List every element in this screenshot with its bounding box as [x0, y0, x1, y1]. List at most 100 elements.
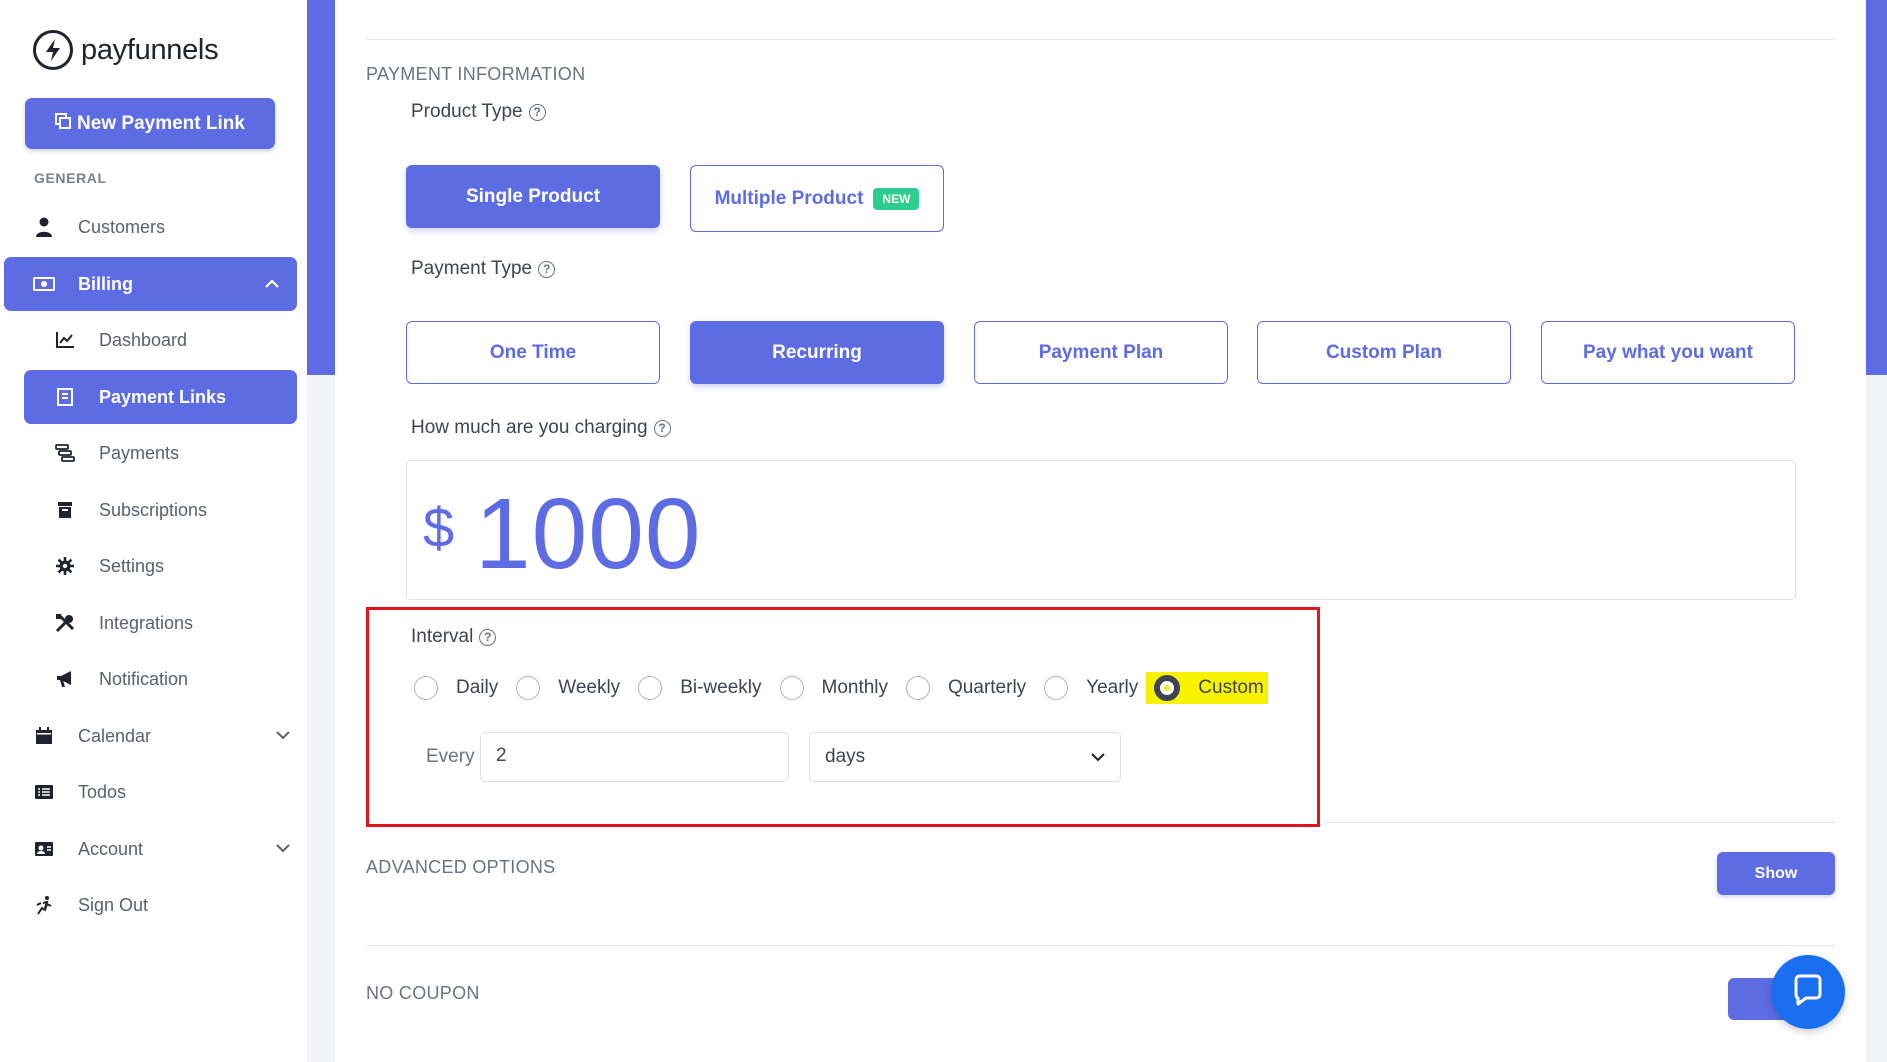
chevron-down-icon: [276, 840, 290, 858]
radio-label: Monthly: [821, 677, 889, 698]
help-icon[interactable]: ?: [528, 103, 546, 121]
logo-text: payfunnels: [81, 33, 219, 66]
gear-icon: [53, 554, 77, 578]
interval-option-bi-weekly[interactable]: Bi-weekly: [638, 676, 762, 700]
user-icon: [32, 215, 56, 239]
new-payment-link-label: New Payment Link: [77, 112, 245, 134]
chevron-up-icon: [265, 275, 279, 293]
charging-label: How much are you charging ?: [411, 417, 671, 439]
new-window-icon: [55, 112, 72, 135]
sidebar-item-todos[interactable]: Todos: [32, 766, 282, 818]
button-label: Multiple Product: [714, 187, 864, 209]
chart-icon: [53, 328, 77, 352]
advanced-show-button[interactable]: Show: [1717, 852, 1835, 895]
interval-option-quarterly[interactable]: Quarterly: [906, 676, 1026, 700]
section-title-coupon: NO COUPON: [366, 983, 480, 1003]
help-icon[interactable]: ?: [479, 628, 497, 646]
tools-icon: [53, 611, 77, 635]
section-title-advanced: ADVANCED OPTIONS: [366, 857, 556, 877]
every-count-input[interactable]: 2: [480, 732, 789, 782]
button-label: Payment Plan: [1038, 341, 1164, 363]
radio-label: Quarterly: [948, 677, 1027, 698]
chevron-down-icon: [276, 727, 290, 745]
sidebar-item-label: Integrations: [99, 612, 194, 633]
button-label: Single Product: [465, 185, 601, 207]
sidebar-item-notification[interactable]: Notification: [53, 653, 293, 705]
divider: [366, 39, 1835, 40]
run-icon: [32, 893, 56, 917]
chevron-down-icon: [1091, 746, 1105, 768]
sidebar-item-customers[interactable]: Customers: [32, 201, 282, 253]
sidebar-item-label: Billing: [78, 273, 133, 294]
radio-circle[interactable]: [1044, 676, 1069, 700]
coins-icon: [53, 441, 77, 465]
payment-type-custom-plan-button[interactable]: Custom Plan: [1257, 321, 1511, 384]
header-accent-left: [307, 0, 335, 375]
interval-option-weekly[interactable]: Weekly: [516, 676, 620, 700]
sidebar-item-payments[interactable]: Payments: [53, 427, 293, 479]
charging-text: How much are you charging: [411, 417, 648, 438]
link-icon: [53, 385, 77, 409]
sidebar-item-integrations[interactable]: Integrations: [53, 597, 293, 649]
payment-type-one-time-button[interactable]: One Time: [406, 321, 660, 384]
sidebar-item-label: Sign Out: [78, 894, 149, 915]
new-payment-link-button[interactable]: New Payment Link: [25, 98, 275, 149]
sidebar-item-subscriptions[interactable]: Subscriptions: [53, 484, 293, 536]
interval-option-daily[interactable]: Daily: [414, 676, 498, 700]
radio-circle[interactable]: [516, 676, 541, 700]
logo[interactable]: payfunnels: [33, 30, 219, 70]
help-icon[interactable]: ?: [653, 419, 671, 437]
sidebar-item-billing[interactable]: Billing: [4, 257, 297, 311]
product-type-label: Product Type ?: [411, 101, 546, 123]
payment-type-recurring-button[interactable]: Recurring: [690, 321, 944, 384]
box-icon: [53, 498, 77, 522]
sidebar-item-payment-links[interactable]: Payment Links: [24, 370, 297, 424]
sidebar-item-settings[interactable]: Settings: [53, 540, 293, 592]
interval-radio-group: Daily Weekly Bi-weekly Monthly Quarterly…: [414, 672, 1286, 704]
calendar-icon: [32, 724, 56, 748]
button-label: One Time: [489, 341, 577, 363]
sidebar-item-calendar[interactable]: Calendar: [32, 710, 290, 762]
radio-circle[interactable]: [779, 676, 804, 700]
product-type-single-button[interactable]: Single Product: [406, 165, 660, 228]
interval-text: Interval: [411, 626, 474, 647]
radio-circle[interactable]: [414, 676, 438, 700]
divider: [1323, 822, 1835, 823]
radio-circle[interactable]: [638, 676, 663, 700]
interval-label: Interval ?: [411, 626, 497, 648]
product-type-multiple-button[interactable]: Multiple Product NEW: [690, 165, 944, 232]
interval-option-custom[interactable]: Custom: [1146, 672, 1268, 704]
radio-label: Custom: [1198, 677, 1264, 698]
interval-option-yearly[interactable]: Yearly: [1044, 676, 1138, 700]
sidebar-item-sign-out[interactable]: Sign Out: [32, 879, 282, 931]
chat-support-button[interactable]: [1771, 955, 1845, 1029]
currency-symbol: $: [423, 496, 455, 559]
section-label-general: GENERAL: [34, 170, 107, 186]
sidebar-item-label: Customers: [78, 216, 166, 237]
product-type-text: Product Type: [411, 101, 523, 122]
button-label: Pay what you want: [1583, 341, 1753, 363]
sidebar-item-dashboard[interactable]: Dashboard: [53, 314, 293, 366]
radio-circle-selected[interactable]: [1154, 675, 1181, 701]
select-value: days: [825, 746, 866, 767]
header-accent-right: [1866, 0, 1887, 375]
lightning-icon: [33, 30, 73, 70]
megaphone-icon: [53, 667, 77, 691]
button-label: Recurring: [772, 341, 862, 363]
sidebar-item-label: Calendar: [78, 725, 152, 746]
payment-type-pay-what-you-want-button[interactable]: Pay what you want: [1541, 321, 1795, 384]
interval-highlight-box: [366, 607, 1320, 827]
sidebar-item-label: Account: [78, 838, 144, 859]
interval-unit-select[interactable]: days: [809, 732, 1121, 782]
payment-type-payment-plan-button[interactable]: Payment Plan: [974, 321, 1228, 384]
help-icon[interactable]: ?: [538, 260, 556, 278]
amount-input[interactable]: $ 1000: [406, 460, 1796, 600]
radio-label: Daily: [456, 677, 499, 698]
interval-option-monthly[interactable]: Monthly: [779, 676, 889, 700]
list-icon: [32, 780, 56, 804]
radio-label: Bi-weekly: [680, 677, 762, 698]
radio-circle[interactable]: [906, 676, 931, 700]
sidebar-item-account[interactable]: Account: [32, 823, 290, 875]
sidebar-item-label: Settings: [99, 555, 165, 576]
chat-icon: [1790, 972, 1826, 1013]
